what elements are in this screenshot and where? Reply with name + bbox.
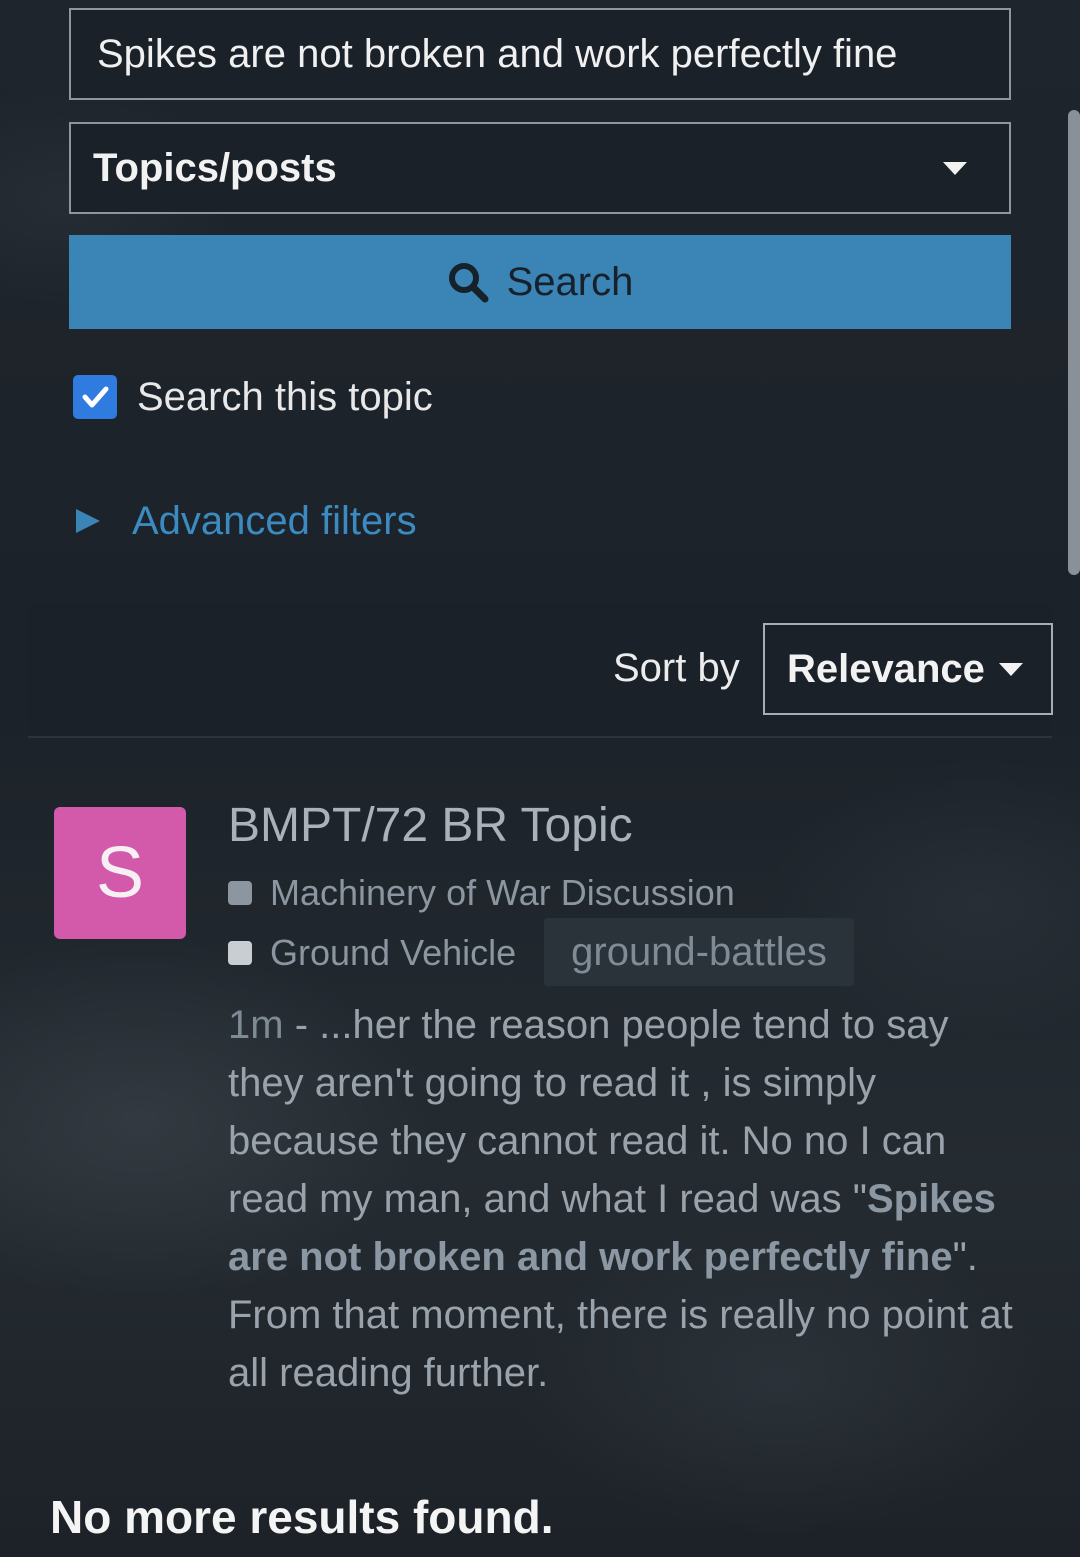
advanced-filters-toggle[interactable]: Advanced filters [76,496,417,546]
result-date: 1m [228,1003,284,1047]
subcategory-link[interactable]: Ground Vehicle [228,932,516,974]
avatar-letter: S [95,833,145,913]
category-label: Machinery of War Discussion [270,872,735,913]
search-button[interactable]: Search [69,235,1011,329]
advanced-filters-label: Advanced filters [132,498,417,543]
search-type-select[interactable]: Topics/posts [69,122,1011,214]
chevron-down-icon [943,161,967,175]
excerpt-before: - ...her the reason people tend to say t… [228,1003,949,1221]
subcategory-color-badge [228,941,252,965]
result-excerpt[interactable]: 1m - ...her the reason people tend to sa… [228,996,1028,1402]
sort-by-label: Sort by [613,646,740,690]
category-color-badge [228,881,252,905]
search-this-topic-row: Search this topic [73,372,433,422]
search-page: Topics/posts Search Search this topic Ad… [0,0,1080,1557]
subcategory-label: Ground Vehicle [270,932,517,973]
scrollbar-thumb[interactable] [1068,110,1080,575]
avatar[interactable]: S [54,807,186,939]
chevron-down-icon [999,662,1023,676]
result-title-link[interactable]: BMPT/72 BR Topic [228,798,633,853]
search-button-label: Search [506,259,634,304]
tag-chip[interactable]: ground-battles [544,918,854,986]
search-this-topic-label[interactable]: Search this topic [137,375,433,420]
disclosure-triangle-icon [76,509,100,533]
no-more-results-message: No more results found. [50,1491,554,1543]
tag-label: ground-battles [571,929,827,974]
search-this-topic-checkbox[interactable] [73,375,117,419]
search-type-label: Topics/posts [93,145,337,190]
sort-select[interactable]: Relevance [763,623,1053,715]
sort-value: Relevance [787,646,985,691]
search-icon [448,263,489,303]
sort-bar: Sort by Relevance [28,604,1053,738]
category-link[interactable]: Machinery of War Discussion [228,872,735,914]
search-query-input[interactable] [69,8,1011,100]
checkmark-icon [82,386,109,408]
